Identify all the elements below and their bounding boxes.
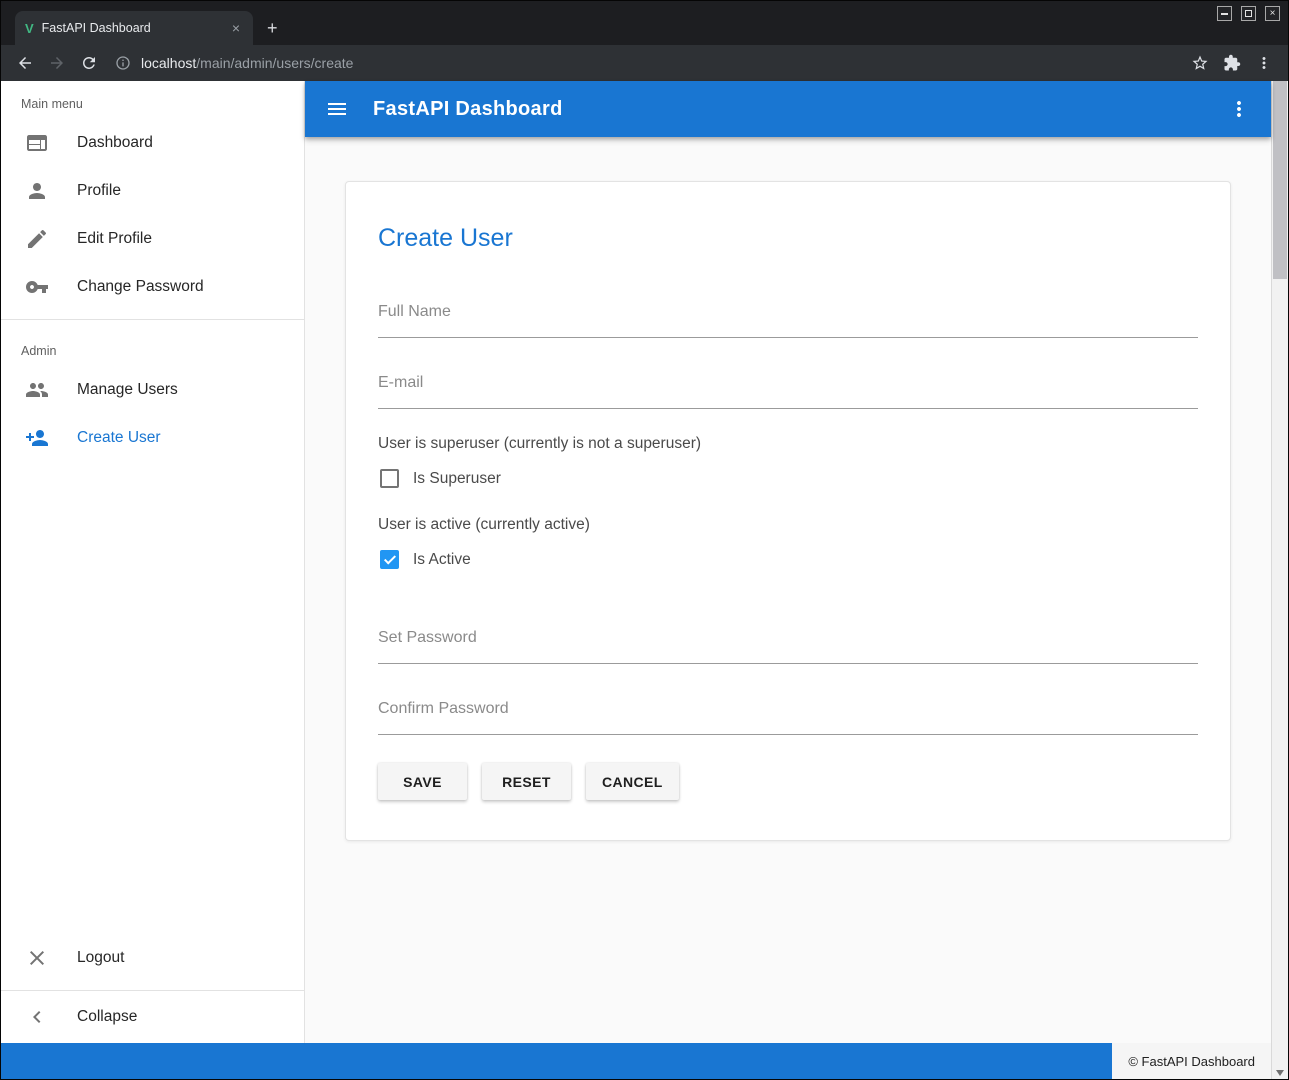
superuser-checkbox-label: Is Superuser <box>413 470 501 488</box>
browser-tab[interactable]: V FastAPI Dashboard × <box>15 11 253 45</box>
browser-window: V FastAPI Dashboard × + × localhost/main… <box>0 0 1289 1080</box>
app-footer: © FastAPI Dashboard <box>1 1043 1271 1079</box>
save-button[interactable]: SAVE <box>378 763 467 800</box>
sidebar-item-collapse[interactable]: Collapse <box>1 991 304 1043</box>
vuetify-favicon: V <box>25 21 34 36</box>
sidebar-item-label: Edit Profile <box>77 230 152 248</box>
person-add-icon <box>25 426 49 450</box>
active-checkbox-row[interactable]: Is Active <box>378 550 1198 569</box>
reload-icon <box>80 54 98 72</box>
cancel-button[interactable]: CANCEL <box>586 763 679 800</box>
browser-toolbar: localhost/main/admin/users/create <box>1 45 1288 81</box>
back-button[interactable] <box>11 49 39 77</box>
sidebar-item-label: Logout <box>77 949 124 967</box>
superuser-note: User is superuser (currently is not a su… <box>378 435 1198 453</box>
active-checkbox-label: Is Active <box>413 551 471 569</box>
sidebar-item-logout[interactable]: Logout <box>1 934 304 982</box>
url-path: /main/admin/users/create <box>196 55 353 71</box>
maximize-button[interactable] <box>1241 6 1256 21</box>
chevron-left-icon <box>25 1005 49 1029</box>
scrollbar-down-button[interactable] <box>1272 1070 1288 1076</box>
forward-button[interactable] <box>43 49 71 77</box>
sidebar-item-label: Change Password <box>77 278 204 296</box>
forward-icon <box>48 54 66 72</box>
star-icon <box>1191 54 1209 72</box>
superuser-checkbox[interactable] <box>380 469 399 488</box>
footer-copyright-card: © FastAPI Dashboard <box>1112 1043 1271 1079</box>
sidebar-item-label: Dashboard <box>77 134 153 152</box>
browser-titlebar: V FastAPI Dashboard × + × <box>1 1 1288 45</box>
form-buttons: SAVE RESET CANCEL <box>378 763 1198 800</box>
reset-button[interactable]: RESET <box>482 763 571 800</box>
email-field-wrapper <box>378 364 1198 409</box>
full-name-input[interactable] <box>378 293 1198 338</box>
browser-menu-button[interactable] <box>1250 49 1278 77</box>
sidebar-item-edit-profile[interactable]: Edit Profile <box>1 215 304 263</box>
page-content: Create User User is superuser (currently… <box>305 137 1271 1043</box>
back-icon <box>16 54 34 72</box>
sidebar-item-change-password[interactable]: Change Password <box>1 263 304 311</box>
url-host: localhost <box>141 55 196 71</box>
extensions-button[interactable] <box>1218 49 1246 77</box>
appbar-title: FastAPI Dashboard <box>373 98 563 121</box>
sidebar-item-label: Create User <box>77 429 161 447</box>
create-user-card: Create User User is superuser (currently… <box>345 181 1231 841</box>
page-scrollbar[interactable] <box>1271 81 1288 1079</box>
url-text: localhost/main/admin/users/create <box>141 55 353 71</box>
tab-title: FastAPI Dashboard <box>42 21 219 35</box>
sidebar-item-label: Profile <box>77 182 121 200</box>
minimize-button[interactable] <box>1217 6 1232 21</box>
sidebar-section-main-menu: Main menu <box>1 81 304 119</box>
sidebar-item-label: Manage Users <box>77 381 178 399</box>
bookmark-button[interactable] <box>1186 49 1214 77</box>
close-button[interactable]: × <box>1265 6 1280 21</box>
superuser-checkbox-row[interactable]: Is Superuser <box>378 469 1198 488</box>
scroll-down-arrow-icon <box>1276 1070 1284 1076</box>
appbar-more-vert-icon[interactable] <box>1227 97 1251 121</box>
sidebar-item-dashboard[interactable]: Dashboard <box>1 119 304 167</box>
email-input[interactable] <box>378 364 1198 409</box>
new-tab-button[interactable]: + <box>253 11 292 45</box>
sidebar-item-create-user[interactable]: Create User <box>1 414 304 462</box>
reload-button[interactable] <box>75 49 103 77</box>
address-bar[interactable]: localhost/main/admin/users/create <box>115 55 1174 71</box>
minimize-icon <box>1221 13 1228 15</box>
scrollbar-thumb[interactable] <box>1273 81 1287 279</box>
person-icon <box>25 179 49 203</box>
window-controls: × <box>1217 6 1280 21</box>
page-title: Create User <box>378 224 1198 253</box>
hamburger-menu-icon[interactable] <box>325 97 349 121</box>
more-vert-icon <box>1255 54 1273 72</box>
people-icon <box>25 378 49 402</box>
active-note: User is active (currently active) <box>378 516 1198 534</box>
main-area: FastAPI Dashboard Create User <box>305 81 1271 1043</box>
set-password-field-wrapper <box>378 619 1198 664</box>
sidebar-item-profile[interactable]: Profile <box>1 167 304 215</box>
key-icon <box>25 275 49 299</box>
extension-icon <box>1223 54 1241 72</box>
copyright-text: © FastAPI Dashboard <box>1128 1054 1255 1069</box>
active-checkbox[interactable] <box>380 550 399 569</box>
maximize-icon <box>1245 10 1252 17</box>
pencil-icon <box>25 227 49 251</box>
app-bar: FastAPI Dashboard <box>305 81 1271 137</box>
set-password-input[interactable] <box>378 619 1198 664</box>
close-x-icon <box>25 946 49 970</box>
confirm-password-field-wrapper <box>378 690 1198 735</box>
sidebar-divider <box>1 319 304 320</box>
sidebar-section-admin: Admin <box>1 328 304 366</box>
dashboard-icon <box>25 131 49 155</box>
sidebar: Main menu Dashboard Profile Edit Profile <box>1 81 305 1043</box>
sidebar-item-manage-users[interactable]: Manage Users <box>1 366 304 414</box>
tab-close-icon[interactable]: × <box>227 19 245 37</box>
confirm-password-input[interactable] <box>378 690 1198 735</box>
site-info-icon[interactable] <box>115 55 131 71</box>
sidebar-item-label: Collapse <box>77 1008 137 1026</box>
full-name-field-wrapper <box>378 293 1198 338</box>
